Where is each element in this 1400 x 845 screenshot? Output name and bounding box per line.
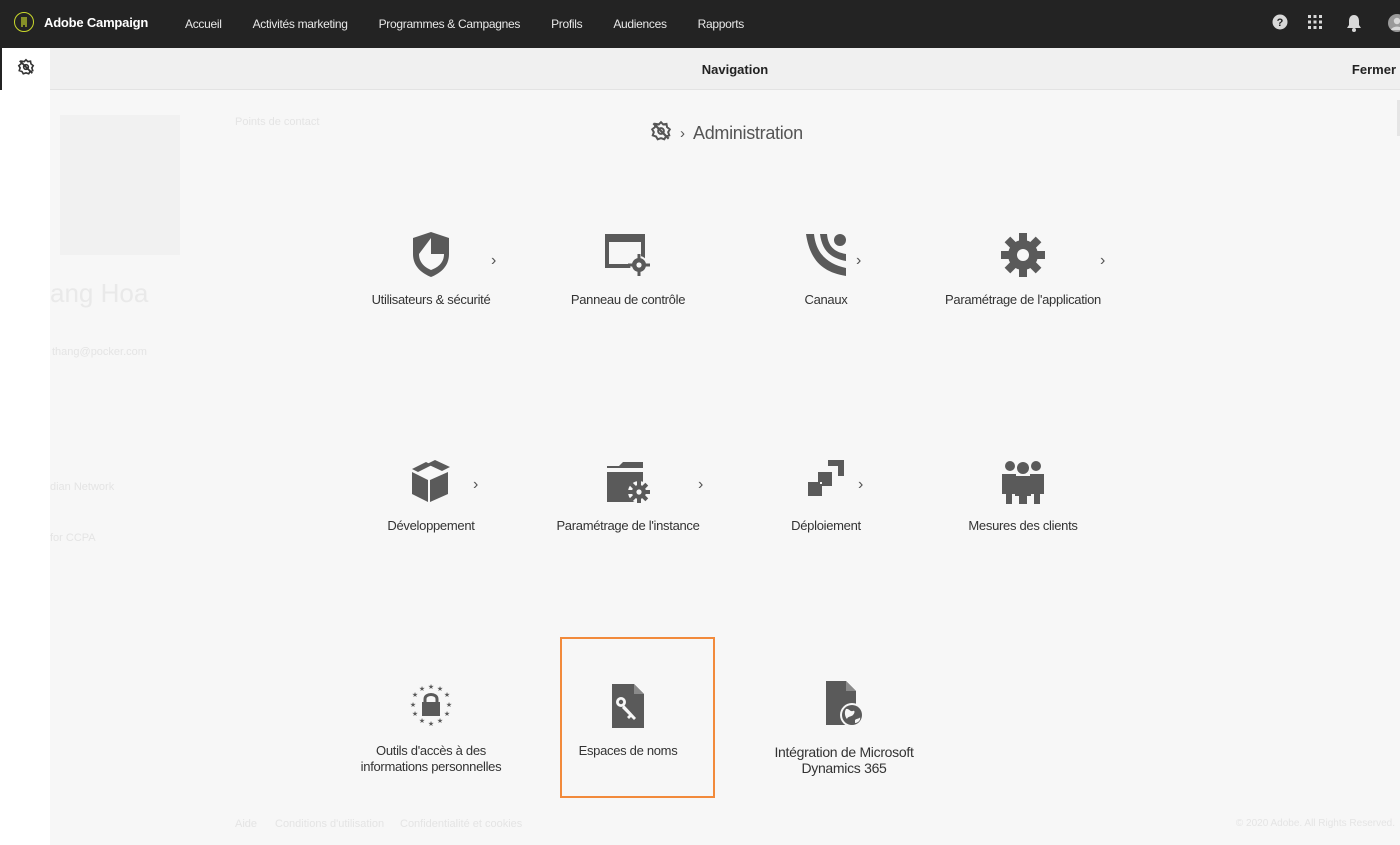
chevron-right-icon: › — [491, 252, 497, 269]
privacy-lock-icon: ★ ★ ★ ★ ★ ★ ★ ★ ★ ★ ★ ★ — [331, 682, 531, 734]
ghost-footer-link: Aide — [235, 818, 258, 830]
ghost-contact-label: Points de contact — [235, 116, 320, 128]
menu-item-activites-marketing[interactable]: Activités marketing — [253, 17, 348, 31]
svg-text:★: ★ — [419, 685, 425, 693]
channels-icon — [726, 230, 926, 282]
svg-text:★: ★ — [446, 701, 452, 709]
tile-label: Paramétrage de l'application — [945, 292, 1101, 307]
chevron-right-icon: › — [1100, 252, 1106, 269]
ghost-footer-link: Confidentialité et cookies — [400, 818, 523, 830]
avatar[interactable] — [1388, 14, 1400, 37]
navigation-header: Navigation Fermer — [50, 48, 1400, 90]
tile-label: Intégration de Microsoft Dynamics 365 — [724, 744, 964, 776]
svg-text:★: ★ — [412, 710, 418, 718]
tile-label: Espaces de noms — [578, 743, 678, 758]
top-menu: Accueil Activités marketing Programmes &… — [185, 0, 775, 48]
chevron-right-icon: › — [698, 476, 704, 493]
ghost-side-item: dian Network — [50, 481, 115, 493]
menu-item-audiences[interactable]: Audiences — [613, 17, 667, 31]
svg-text:★: ★ — [428, 683, 434, 691]
ghost-side-item: for CCPA — [50, 532, 96, 544]
svg-text:★: ★ — [412, 691, 418, 699]
menu-item-accueil[interactable]: Accueil — [185, 17, 222, 31]
ghost-email: thang@pocker.com — [52, 346, 147, 358]
ghost-footer-link: Conditions d'utilisation — [275, 818, 385, 830]
shield-icon — [331, 230, 531, 282]
navigation-title: Navigation — [701, 62, 769, 77]
breadcrumb: › Administration — [650, 120, 803, 147]
menu-item-rapports[interactable]: Rapports — [698, 17, 745, 31]
gear-icon — [923, 232, 1123, 284]
cube-icon — [331, 458, 531, 510]
apps-grid-icon[interactable] — [1307, 14, 1323, 35]
breadcrumb-current: Administration — [693, 123, 803, 143]
svg-text:★: ★ — [410, 701, 416, 709]
rail-admin-button[interactable] — [0, 48, 50, 90]
customers-icon — [923, 458, 1123, 510]
menu-item-profils[interactable]: Profils — [551, 17, 583, 31]
top-bar: Adobe Campaign Accueil Activités marketi… — [0, 0, 1400, 48]
brand-name: Adobe Campaign — [44, 14, 149, 30]
admin-icon[interactable] — [650, 120, 672, 147]
chevron-right-icon: › — [856, 252, 862, 269]
svg-text:★: ★ — [444, 691, 450, 699]
tile-label-line: Intégration de Microsoft — [774, 744, 914, 760]
svg-text:?: ? — [1277, 17, 1284, 29]
namespace-key-icon — [528, 682, 728, 734]
chevron-right-icon: › — [858, 476, 864, 493]
close-button[interactable]: Fermer — [1352, 62, 1396, 77]
tile-label-line: Dynamics 365 — [801, 760, 887, 776]
tile-label: Mesures des clients — [968, 518, 1078, 533]
svg-text:★: ★ — [444, 710, 450, 718]
svg-text:★: ★ — [428, 720, 434, 728]
svg-text:★: ★ — [419, 717, 425, 725]
brand[interactable]: Adobe Campaign — [14, 12, 148, 32]
tile-label-line: Outils d'accès à des — [376, 743, 486, 758]
adobe-campaign-logo-icon — [14, 12, 34, 32]
dynamics-globe-icon — [744, 679, 944, 731]
menu-item-programmes-campagnes[interactable]: Programmes & Campagnes — [379, 17, 521, 31]
control-panel-icon — [528, 232, 728, 284]
deployment-icon — [726, 458, 926, 510]
ghost-profile-picture — [60, 115, 180, 255]
svg-text:★: ★ — [437, 685, 443, 693]
tile-label-line: informations personnelles — [360, 759, 502, 774]
help-icon[interactable]: ? — [1272, 14, 1288, 35]
chevron-right-icon: › — [473, 476, 479, 493]
chevron-right-icon: › — [680, 125, 685, 142]
left-rail — [0, 48, 50, 845]
ghost-name: ang Hoa — [50, 278, 149, 308]
admin-icon — [17, 58, 35, 81]
ghost-copyright: © 2020 Adobe. All Rights Reserved. — [1235, 818, 1395, 829]
svg-text:★: ★ — [437, 717, 443, 725]
bell-icon[interactable] — [1346, 14, 1362, 37]
